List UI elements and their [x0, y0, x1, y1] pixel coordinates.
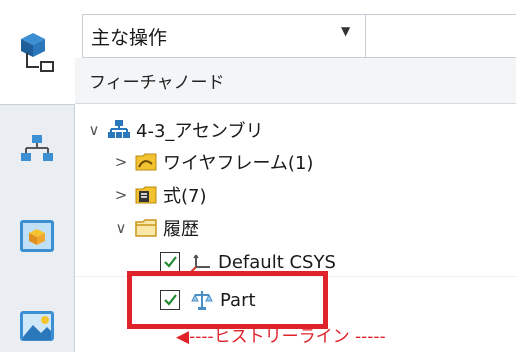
tree-node-label: 式(7): [163, 186, 207, 207]
tree-node-label: ワイヤフレーム(1): [163, 153, 314, 174]
main-operation-select-value: 主な操作: [91, 26, 168, 49]
tree-node-label: 履歴: [163, 219, 199, 240]
tree-node-label: Default CSYS: [218, 251, 336, 273]
tree-node-assembly[interactable]: ∨ 4-3_アセンブリ: [86, 113, 264, 147]
chevron-down-icon[interactable]: ∨: [113, 219, 129, 237]
main-operation-select[interactable]: 主な操作 ▼: [82, 14, 366, 58]
history-line-label: ◀----ヒストリーライン -----: [176, 327, 386, 347]
chevron-down-icon[interactable]: ▼: [341, 24, 350, 38]
part-icon: [190, 289, 214, 311]
csys-icon: [190, 251, 212, 273]
chevron-down-icon[interactable]: ∨: [86, 121, 102, 139]
left-tab-bar: [0, 0, 75, 352]
chevron-right-icon[interactable]: >: [113, 153, 129, 171]
tree-node-wireframe[interactable]: > ワイヤフレーム(1): [113, 145, 314, 179]
checkmark-icon: [164, 294, 177, 306]
tab-part-library[interactable]: [0, 206, 74, 270]
tab-assembly-navigator[interactable]: [0, 118, 74, 182]
resource-icon: [19, 307, 55, 345]
part-library-icon: [19, 219, 55, 257]
tree-node-label: 4-3_アセンブリ: [136, 121, 264, 142]
column-header-label: フィーチャノード: [89, 73, 225, 93]
assembly-navigator-icon: [20, 133, 54, 167]
checkmark-icon: [164, 256, 177, 268]
history-line[interactable]: ◀----ヒストリーライン -----: [176, 322, 386, 347]
folder-icon: [135, 218, 157, 238]
tree-node-part[interactable]: Part: [160, 283, 256, 317]
feature-navigator-panel: 主な操作 ▼ フィーチャノード ∨ 4-3_アセンブリ > ワイヤフレーム(1)…: [0, 0, 516, 352]
visibility-checkbox[interactable]: [160, 290, 180, 310]
column-header[interactable]: フィーチャノード: [75, 58, 516, 104]
tree-node-history[interactable]: ∨ 履歴: [113, 211, 200, 245]
chevron-right-icon[interactable]: >: [113, 186, 129, 204]
tab-resource[interactable]: [0, 300, 74, 352]
tab-feature-tree[interactable]: [0, 0, 75, 105]
tree-node-label: Part: [220, 289, 256, 311]
visibility-checkbox[interactable]: [160, 252, 180, 272]
assembly-icon: [108, 120, 130, 140]
tree-node-expressions[interactable]: > 式(7): [113, 178, 207, 212]
wireframe-icon: [135, 152, 157, 172]
feature-tree-icon: [17, 27, 59, 77]
expression-icon: [135, 185, 157, 205]
toolbar-filler: [366, 14, 516, 58]
tree-node-default-csys[interactable]: Default CSYS: [160, 245, 336, 279]
